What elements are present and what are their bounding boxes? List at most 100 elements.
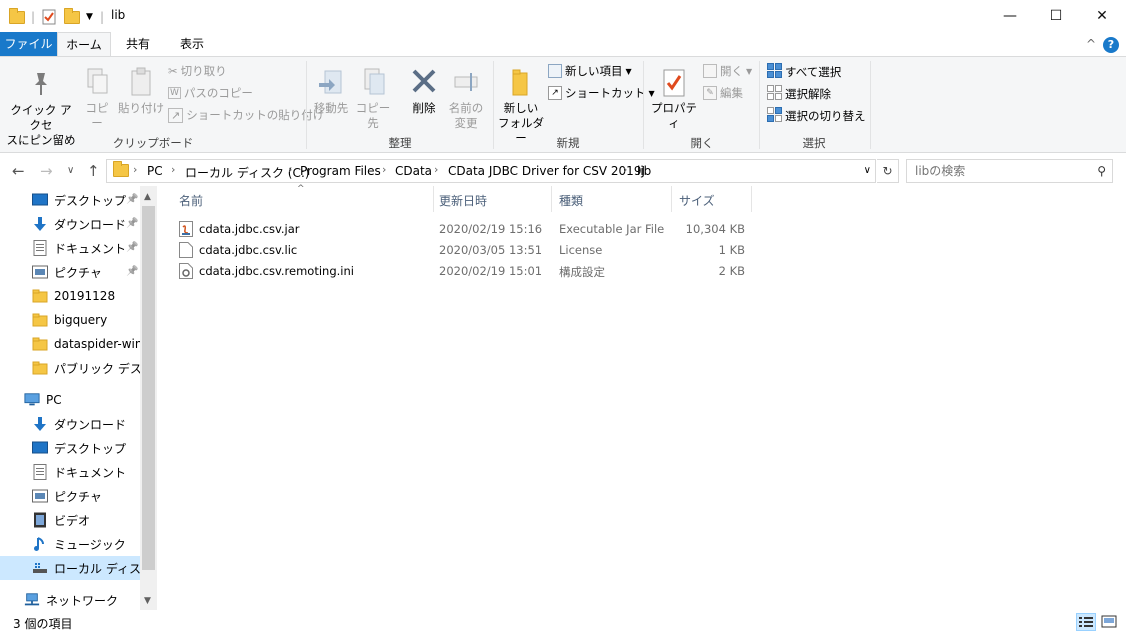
search-box[interactable]: ⚲ bbox=[906, 159, 1113, 183]
copy-path-button[interactable]: W パスのコピー bbox=[168, 85, 253, 101]
recent-locations-chevron-icon[interactable]: ∨ bbox=[67, 165, 74, 176]
help-icon[interactable]: ? bbox=[1103, 37, 1119, 53]
up-arrow-icon[interactable]: ↑ bbox=[87, 162, 100, 180]
details-view-button[interactable] bbox=[1076, 613, 1096, 631]
quick-access-item[interactable]: ドキュメント bbox=[0, 236, 140, 260]
tab-share[interactable]: 共有 bbox=[111, 32, 165, 56]
delete-button[interactable]: 削除 bbox=[404, 67, 444, 116]
forward-arrow-icon[interactable]: → bbox=[40, 162, 53, 180]
paste-shortcut-button[interactable]: ↗ ショートカットの貼り付け bbox=[168, 107, 324, 123]
copy-to-icon bbox=[353, 67, 393, 101]
column-header-size[interactable]: サイズ bbox=[679, 192, 715, 209]
ribbon-tabs: ファイル ホーム 共有 表示 bbox=[0, 32, 1126, 57]
open-button[interactable]: 開く ▼ bbox=[703, 63, 752, 79]
minimize-button[interactable]: — bbox=[987, 0, 1033, 32]
chevron-right-icon[interactable]: › bbox=[171, 163, 175, 176]
chevron-right-icon[interactable]: › bbox=[623, 163, 627, 176]
close-button[interactable]: ✕ bbox=[1079, 0, 1125, 32]
chevron-right-icon[interactable]: › bbox=[434, 163, 438, 176]
quick-access-item[interactable]: 20191128 bbox=[0, 284, 140, 308]
nav-item-label: ミュージック bbox=[54, 537, 126, 552]
pc-item[interactable]: ビデオ bbox=[0, 508, 140, 532]
nav-item-label: dataspider-wind bbox=[54, 337, 140, 351]
cut-button[interactable]: ✂ 切り取り bbox=[168, 63, 227, 79]
paste-icon bbox=[117, 67, 165, 101]
pc-item[interactable]: ピクチャ bbox=[0, 484, 140, 508]
quick-access-item[interactable]: パブリック デスクトッ bbox=[0, 356, 140, 380]
scroll-up-arrow-icon[interactable]: ▲ bbox=[144, 192, 151, 202]
file-row[interactable]: cdata.jdbc.csv.remoting.ini 2020/02/19 15… bbox=[175, 261, 753, 282]
breadcrumb-pc[interactable]: PC bbox=[147, 164, 163, 178]
tab-file[interactable]: ファイル bbox=[0, 32, 57, 56]
invert-selection-button[interactable]: 選択の切り替え bbox=[767, 107, 866, 125]
nav-scrollbar[interactable]: ▲ ▼ bbox=[140, 186, 157, 610]
folder-icon bbox=[9, 7, 25, 27]
column-header-type[interactable]: 種類 bbox=[559, 192, 583, 209]
chevron-right-icon[interactable]: › bbox=[133, 163, 137, 176]
breadcrumb-driver-folder[interactable]: CData JDBC Driver for CSV 2019J bbox=[448, 164, 645, 178]
breadcrumb-lib[interactable]: lib bbox=[637, 164, 651, 178]
column-divider[interactable] bbox=[551, 186, 552, 212]
new-item-label: 新しい項目 bbox=[565, 64, 623, 78]
rename-button[interactable]: 名前の 変更 bbox=[446, 67, 486, 131]
breadcrumb-program-files[interactable]: Program Files bbox=[300, 164, 381, 178]
properties-quick-icon[interactable] bbox=[41, 7, 57, 27]
file-size: 1 KB bbox=[718, 243, 745, 257]
quick-access-item[interactable]: ピクチャ bbox=[0, 260, 140, 284]
back-arrow-icon[interactable]: ← bbox=[12, 162, 25, 180]
file-row[interactable]: cdata.jdbc.csv.jar 2020/02/19 15:16 Execut… bbox=[175, 219, 753, 240]
breadcrumb-cdata[interactable]: CData bbox=[395, 164, 432, 178]
pc-item[interactable]: ローカル ディスク (C bbox=[0, 556, 140, 580]
column-divider[interactable] bbox=[671, 186, 672, 212]
collapse-ribbon-icon[interactable]: ^ bbox=[1086, 37, 1096, 51]
pc-item[interactable]: デスクトップ bbox=[0, 436, 140, 460]
nav-item-label: ネットワーク bbox=[46, 593, 119, 608]
select-all-button[interactable]: すべて選択 bbox=[767, 63, 841, 81]
title-bar: | ▼ | lib — ☐ ✕ bbox=[0, 0, 1126, 32]
tab-view[interactable]: 表示 bbox=[165, 32, 219, 56]
search-input[interactable] bbox=[907, 160, 1087, 182]
large-icons-view-button[interactable] bbox=[1099, 613, 1119, 631]
scroll-thumb[interactable] bbox=[142, 206, 155, 570]
scroll-down-arrow-icon[interactable]: ▼ bbox=[144, 596, 151, 606]
quick-access-item[interactable]: ダウンロード bbox=[0, 212, 140, 236]
column-header-name[interactable]: 名前 bbox=[179, 192, 203, 209]
new-folder-quick-icon[interactable] bbox=[64, 7, 80, 27]
properties-button[interactable]: プロパティ bbox=[648, 67, 700, 131]
new-item-button[interactable]: 新しい項目 ▼ bbox=[548, 63, 632, 79]
download-icon bbox=[32, 416, 48, 432]
edit-button[interactable]: ✎ 編集 bbox=[703, 85, 743, 101]
refresh-button[interactable]: ↻ bbox=[877, 159, 899, 183]
column-divider[interactable] bbox=[751, 186, 752, 212]
select-none-button[interactable]: 選択解除 bbox=[767, 85, 831, 103]
quick-access-item[interactable]: dataspider-wind bbox=[0, 332, 140, 356]
copy-button[interactable]: コピー bbox=[80, 67, 114, 131]
pc-item[interactable]: ミュージック bbox=[0, 532, 140, 556]
paste-button[interactable]: 貼り付け bbox=[117, 67, 165, 116]
pc-item[interactable]: ドキュメント bbox=[0, 460, 140, 484]
dropdown-arrow-icon: ▼ bbox=[746, 66, 753, 76]
quick-access-item[interactable]: デスクトップ bbox=[0, 188, 140, 212]
nav-item-network[interactable]: ネットワーク bbox=[0, 588, 140, 610]
column-divider[interactable] bbox=[433, 186, 434, 212]
divider: | bbox=[31, 10, 36, 24]
pin-quick-access-button[interactable]: クイック アクセ スにピン留め bbox=[6, 69, 76, 148]
quick-access-item[interactable]: bigquery bbox=[0, 308, 140, 332]
chevron-right-icon[interactable]: › bbox=[288, 163, 292, 176]
move-to-button[interactable]: 移動先 bbox=[311, 67, 351, 116]
address-bar[interactable]: › PC › ローカル ディスク (C:) › Program Files › … bbox=[106, 159, 876, 183]
file-list: ^ 名前 更新日時 種類 サイズ cdata.jdbc.csv.jar 2020/… bbox=[157, 184, 1126, 610]
file-row[interactable]: cdata.jdbc.csv.lic 2020/03/05 13:51 Licens… bbox=[175, 240, 753, 261]
tab-home[interactable]: ホーム bbox=[57, 32, 111, 57]
easy-access-button[interactable]: ↗ ショートカット ▼ bbox=[548, 85, 655, 101]
chevron-right-icon[interactable]: › bbox=[382, 163, 386, 176]
file-name: cdata.jdbc.csv.lic bbox=[199, 243, 298, 257]
customize-quick-access-icon[interactable]: ▼ bbox=[86, 7, 93, 27]
maximize-button[interactable]: ☐ bbox=[1033, 0, 1079, 32]
nav-item-pc[interactable]: PC bbox=[0, 388, 140, 412]
address-history-chevron-icon[interactable]: ∨ bbox=[864, 165, 871, 176]
pc-item[interactable]: ダウンロード bbox=[0, 412, 140, 436]
column-header-modified[interactable]: 更新日時 bbox=[439, 192, 487, 209]
download-icon bbox=[32, 216, 48, 232]
copy-to-button[interactable]: コピー先 bbox=[353, 67, 393, 131]
